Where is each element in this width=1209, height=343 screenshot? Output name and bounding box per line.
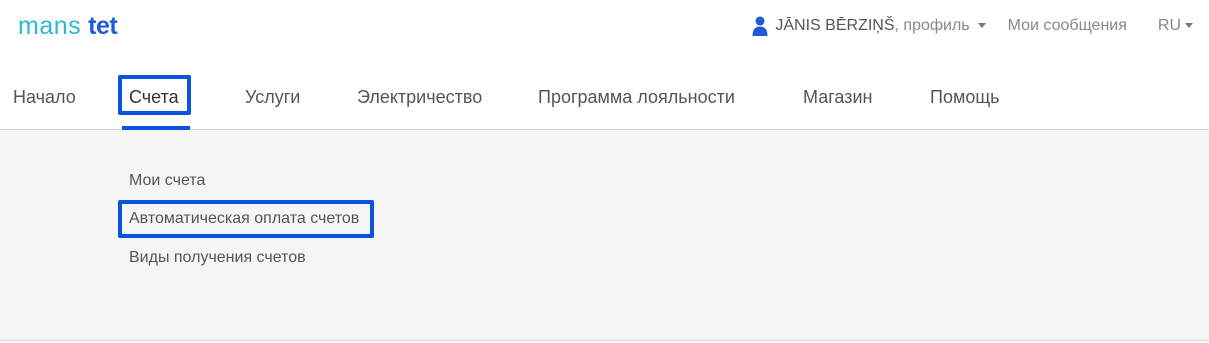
- nav-item-help[interactable]: Помощь: [930, 86, 1000, 108]
- profile-dropdown[interactable]: JĀNIS BĒRZIŅŠ, профиль: [752, 16, 986, 36]
- submenu-item-my-accounts[interactable]: Мои счета: [129, 171, 205, 191]
- logo-text-tet: tet: [88, 12, 118, 40]
- accounts-submenu: Мои счета Автоматическая оплата счетов В…: [0, 130, 1209, 341]
- language-dropdown[interactable]: RU: [1158, 17, 1193, 35]
- top-bar: mans tet JĀNIS BĒRZIŅŠ, профиль Мои сообщ…: [0, 0, 1209, 55]
- top-right-menu: JĀNIS BĒRZIŅŠ, профиль Мои сообщения RU: [752, 15, 1193, 37]
- user-icon: [752, 16, 768, 36]
- nav-item-electricity[interactable]: Электричество: [357, 86, 482, 108]
- main-nav: Начало Счета Услуги Электричество Програ…: [0, 55, 1209, 130]
- nav-item-home[interactable]: Начало: [13, 86, 76, 108]
- language-label: RU: [1157, 17, 1181, 34]
- submenu-item-auto-payment[interactable]: Автоматическая оплата счетов: [129, 209, 359, 229]
- nav-item-accounts[interactable]: Счета: [129, 86, 179, 108]
- nav-item-shop[interactable]: Магазин: [803, 86, 872, 108]
- submenu-item-bill-delivery[interactable]: Виды получения счетов: [129, 248, 306, 268]
- profile-label: , профиль: [894, 17, 970, 34]
- chevron-down-icon: [977, 22, 986, 28]
- user-name: JĀNIS BĒRZIŅŠ: [775, 17, 895, 34]
- chevron-down-icon: [1185, 22, 1193, 28]
- messages-link[interactable]: Мои сообщения: [1008, 17, 1127, 35]
- nav-item-services[interactable]: Услуги: [245, 86, 300, 108]
- logo-text-mans: mans: [18, 12, 82, 40]
- nav-item-loyalty[interactable]: Программа лояльности: [538, 86, 735, 108]
- logo[interactable]: mans tet: [18, 11, 118, 41]
